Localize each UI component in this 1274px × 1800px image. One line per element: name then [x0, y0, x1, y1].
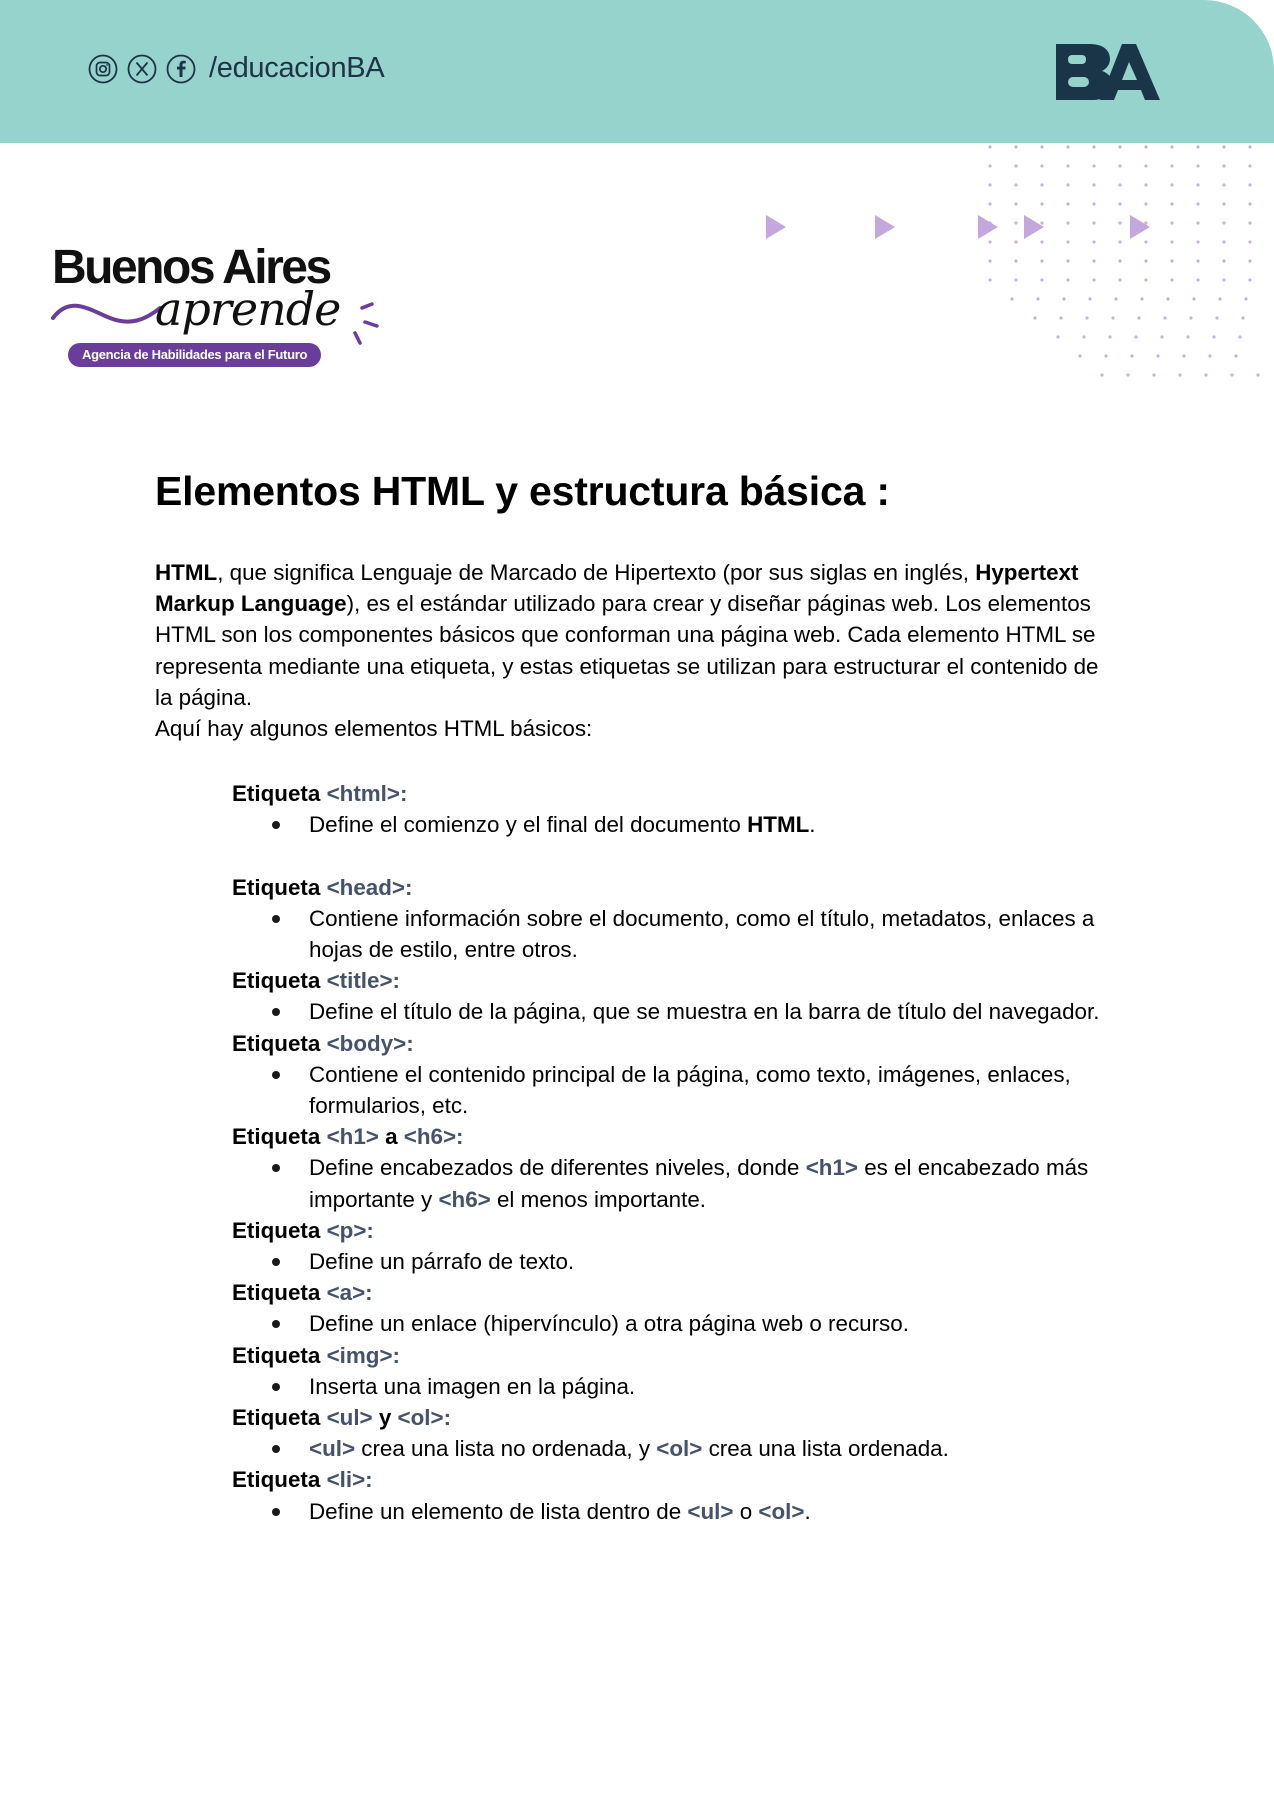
document-title: Elementos HTML y estructura básica : — [155, 468, 890, 514]
list-item: Inserta una imagen en la página. — [232, 1371, 1115, 1402]
list-item: Define un enlace (hipervínculo) a otra p… — [232, 1308, 1115, 1339]
bullet-icon — [272, 821, 280, 830]
tag-heading-title: Etiqueta <title>: — [232, 968, 400, 994]
tag-list: Etiqueta <html>: Define el comienzo y el… — [232, 778, 1115, 1527]
tag-heading-p: Etiqueta <p>: — [232, 1217, 374, 1243]
ba-logo — [1056, 44, 1160, 100]
document-content: Elementos HTML y estructura básica : HTM… — [155, 468, 1115, 1527]
bullet-icon — [272, 1164, 280, 1173]
decorative-dots-pattern — [766, 145, 1260, 377]
tag-heading-h1-h6: Etiqueta <h1> a <h6>: — [232, 1124, 464, 1150]
facebook-icon[interactable] — [166, 54, 196, 84]
x-icon[interactable] — [127, 54, 157, 84]
list-item: Define el título de la página, que se mu… — [232, 996, 1115, 1027]
tag-heading-body: Etiqueta <body>: — [232, 1030, 414, 1056]
bullet-icon — [272, 1070, 280, 1079]
intro-section: HTML, que significa Lenguaje de Marcado … — [155, 557, 1115, 744]
tag-heading-li: Etiqueta <li>: — [232, 1467, 373, 1493]
intro-lead-in: Aquí hay algunos elementos HTML básicos: — [155, 716, 593, 742]
bullet-icon — [272, 1445, 280, 1454]
tag-heading-img: Etiqueta <img>: — [232, 1342, 400, 1368]
bold-term: HTML — [155, 560, 218, 585]
bullet-icon — [272, 914, 280, 923]
bullet-icon — [272, 1258, 280, 1267]
list-item: <ul> crea una lista no ordenada, y <ol> … — [232, 1433, 1115, 1464]
social-bar: /educacionBA — [88, 52, 385, 85]
bullet-icon — [272, 1382, 280, 1391]
list-item: Contiene el contenido principal de la pá… — [232, 1059, 1115, 1121]
list-item: Define un párrafo de texto. — [232, 1246, 1115, 1277]
buenos-aires-aprende-logo: Buenos Aires aprende Agencia de Habilida… — [50, 240, 390, 370]
tag-heading-ul-ol: Etiqueta <ul> y <ol>: — [232, 1405, 452, 1431]
tag-heading-html: Etiqueta <html>: — [232, 781, 408, 807]
brand-script: aprende — [155, 282, 341, 336]
intro-paragraph: HTML, que significa Lenguaje de Marcado … — [155, 557, 1115, 713]
header-band: /educacionBA — [0, 0, 1274, 143]
bullet-icon — [272, 1320, 280, 1329]
bullet-icon — [272, 1008, 280, 1017]
tag-heading-a: Etiqueta <a>: — [232, 1280, 373, 1306]
instagram-icon[interactable] — [88, 54, 118, 84]
list-item: Define encabezados de diferentes niveles… — [232, 1152, 1115, 1214]
list-item: Define el comienzo y el final del docume… — [232, 809, 1115, 840]
list-item: Define un elemento de lista dentro de <u… — [232, 1496, 1115, 1527]
bullet-icon — [272, 1507, 280, 1516]
brand-tagline: Agencia de Habilidades para el Futuro — [68, 343, 322, 367]
intro-text: , que significa Lenguaje de Marcado de H… — [217, 560, 976, 585]
tag-heading-head: Etiqueta <head>: — [232, 874, 413, 900]
social-handle[interactable]: /educacionBA — [209, 52, 385, 85]
list-item: Contiene información sobre el documento,… — [232, 903, 1115, 965]
